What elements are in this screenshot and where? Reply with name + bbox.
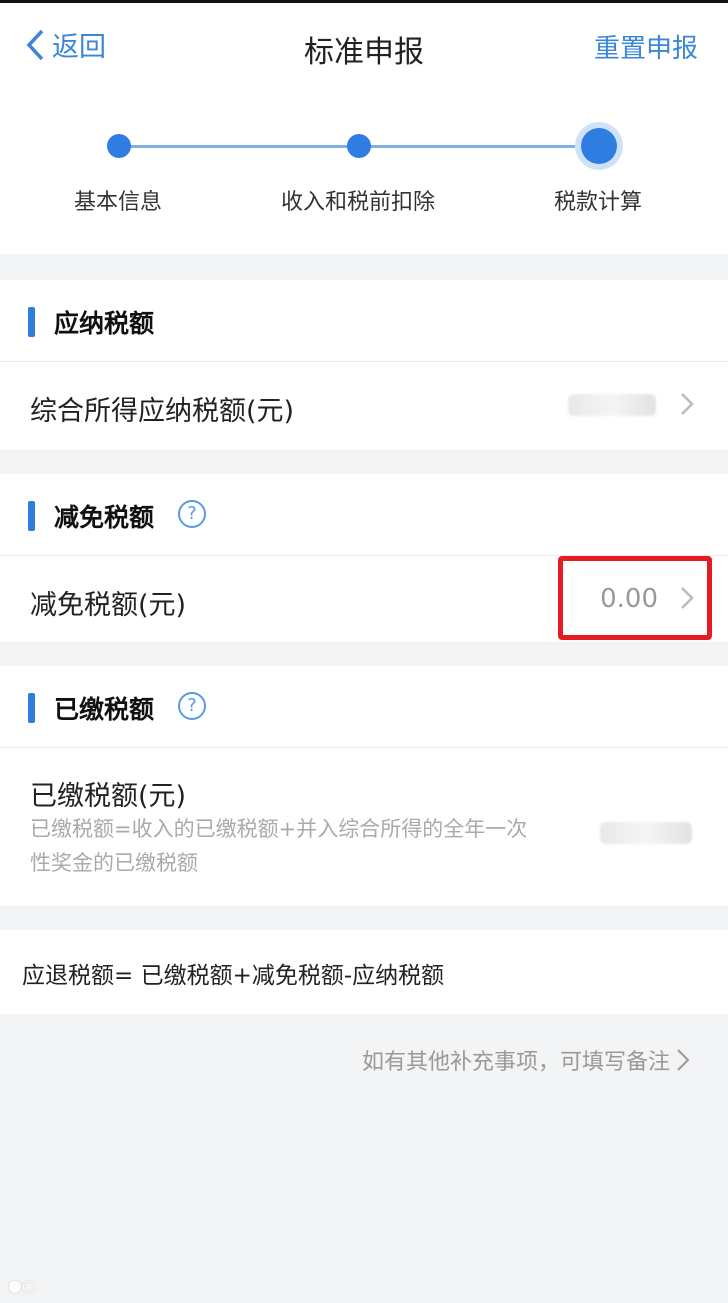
paid-tax-section: 已缴税额 ? 已缴税额(元) 已缴税额=收入的已缴税额+并入综合所得的全年一次 … <box>0 666 728 906</box>
step-dot <box>107 134 131 158</box>
section-title: 已缴税额 <box>54 695 155 724</box>
section-marker <box>28 307 35 337</box>
blurred-value <box>568 394 656 416</box>
payable-tax-row[interactable]: 综合所得应纳税额(元) <box>0 362 728 450</box>
step-label: 收入和税前扣除 <box>280 190 435 215</box>
help-icon[interactable]: ? <box>178 692 206 720</box>
note-label: 如有其他补充事项，可填写备注 <box>361 1050 670 1075</box>
row-label: 综合所得应纳税额(元) <box>30 396 295 427</box>
section-title: 减免税额 <box>54 503 155 532</box>
section-header: 已缴税额 ? <box>0 666 728 748</box>
payable-tax-section: 应纳税额 综合所得应纳税额(元) <box>0 280 728 450</box>
row-description: 性奖金的已缴税额 <box>30 851 198 875</box>
reduction-tax-row[interactable]: 减免税额(元) 0.00 <box>0 556 728 644</box>
help-icon[interactable]: ? <box>178 500 206 528</box>
step-label: 基本信息 <box>73 190 162 215</box>
row-description: 已缴税额=收入的已缴税额+并入综合所得的全年一次 <box>30 817 528 841</box>
nav-bar: 返回 标准申报 重置申报 <box>0 0 728 88</box>
row-label: 减免税额(元) <box>30 590 187 621</box>
section-marker <box>28 501 35 531</box>
step-label: 税款计算 <box>553 190 642 215</box>
formula-text: 应退税额= 已缴税额+减免税额-应纳税额 <box>22 963 445 989</box>
section-marker <box>28 693 35 723</box>
step-connector <box>118 145 358 148</box>
step-dot-active <box>581 128 617 164</box>
reset-button[interactable]: 重置申报 <box>594 28 698 65</box>
add-note-link[interactable]: 如有其他补充事项，可填写备注 <box>362 1044 690 1076</box>
reduction-tax-section: 减免税额 ? 减免税额(元) 0.00 <box>0 474 728 642</box>
chevron-right-icon <box>677 1049 690 1071</box>
section-title: 应纳税额 <box>54 309 155 338</box>
highlight-box <box>558 556 712 640</box>
section-header: 应纳税额 <box>0 280 728 362</box>
refund-formula: 应退税额= 已缴税额+减免税额-应纳税额 <box>0 930 728 1014</box>
section-header: 减免税额 ? <box>0 474 728 556</box>
step-dot <box>347 134 371 158</box>
paid-tax-row[interactable]: 已缴税额(元) 已缴税额=收入的已缴税额+并入综合所得的全年一次 性奖金的已缴税… <box>0 748 728 906</box>
chevron-right-icon <box>681 393 694 415</box>
step-connector <box>358 145 598 148</box>
watermark-logo: ●○ <box>8 1276 36 1295</box>
blurred-value <box>600 822 692 844</box>
progress-stepper: 基本信息 收入和税前扣除 税款计算 <box>0 88 728 254</box>
row-label: 已缴税额(元) <box>30 781 187 812</box>
